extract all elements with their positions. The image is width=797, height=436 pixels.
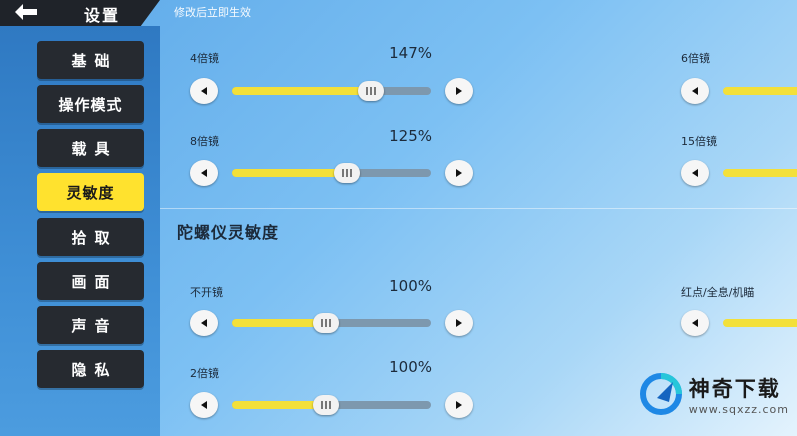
sidebar-item-sensitivity[interactable]: 灵敏度: [37, 173, 144, 211]
decrease-button[interactable]: [190, 160, 218, 186]
setting-label: 6倍镜: [681, 52, 710, 65]
slider-thumb[interactable]: [312, 395, 339, 415]
setting-label: 2倍镜: [190, 367, 219, 380]
decrease-button[interactable]: [190, 392, 218, 418]
sidebar-item-label: 灵敏度: [66, 183, 115, 202]
increase-button[interactable]: [445, 392, 473, 418]
sidebar-item-control-mode[interactable]: 操作模式: [37, 85, 144, 123]
slider-track[interactable]: [723, 169, 797, 177]
apply-notice: 修改后立即生效: [174, 6, 251, 19]
sidebar-item-pickup[interactable]: 拾取: [37, 218, 144, 256]
decrease-button[interactable]: [681, 160, 709, 186]
watermark-url: www.sqxzz.com: [688, 402, 789, 416]
sidebar-item-graphics[interactable]: 画面: [37, 262, 144, 300]
slider-thumb[interactable]: [312, 313, 339, 333]
slider-fill: [232, 87, 372, 95]
triangle-right-icon: [456, 401, 462, 409]
decrease-button[interactable]: [681, 310, 709, 336]
grip-icon: [342, 169, 353, 177]
triangle-left-icon: [692, 87, 698, 95]
increase-button[interactable]: [445, 78, 473, 104]
setting-label: 8倍镜: [190, 135, 219, 148]
setting-value: 125%: [389, 127, 432, 145]
increase-button[interactable]: [445, 160, 473, 186]
sidebar-item-label: 画面: [71, 272, 118, 291]
setting-value: 100%: [389, 358, 432, 376]
slider-thumb[interactable]: [334, 163, 361, 183]
sidebar-item-sound[interactable]: 声音: [37, 306, 144, 344]
triangle-right-icon: [456, 169, 462, 177]
watermark: 神奇下载 www.sqxzz.com: [639, 372, 789, 416]
increase-button[interactable]: [445, 310, 473, 336]
setting-label: 4倍镜: [190, 52, 219, 65]
slider-fill: [232, 319, 326, 327]
watermark-title: 神奇下载: [688, 376, 781, 401]
triangle-right-icon: [456, 87, 462, 95]
sidebar-item-basic[interactable]: 基础: [37, 41, 144, 79]
sidebar-item-vehicle[interactable]: 载具: [37, 129, 144, 167]
slider-track[interactable]: [232, 87, 431, 95]
decrease-button[interactable]: [190, 310, 218, 336]
grip-icon: [320, 401, 331, 409]
slider-track[interactable]: [723, 319, 797, 327]
triangle-left-icon: [201, 169, 207, 177]
logo-icon: [639, 373, 682, 415]
section-divider: [160, 208, 797, 209]
slider-thumb[interactable]: [358, 81, 385, 101]
page-title: 设置: [84, 6, 121, 25]
sidebar-item-label: 隐私: [71, 360, 118, 379]
back-arrow-icon: [15, 4, 37, 20]
slider-track[interactable]: [232, 169, 431, 177]
grip-icon: [320, 319, 331, 327]
sidebar-item-label: 载具: [71, 139, 118, 158]
slider-fill: [232, 401, 326, 409]
slider-track[interactable]: [723, 87, 797, 95]
sidebar-item-label: 操作模式: [58, 95, 123, 114]
sidebar-item-label: 基础: [71, 51, 118, 70]
triangle-left-icon: [201, 319, 207, 327]
setting-value: 100%: [389, 277, 432, 295]
triangle-left-icon: [201, 87, 207, 95]
triangle-left-icon: [692, 169, 698, 177]
grip-icon: [366, 87, 377, 95]
triangle-left-icon: [692, 319, 698, 327]
setting-label: 红点/全息/机瞄: [681, 286, 755, 299]
sidebar-item-label: 拾取: [71, 228, 118, 247]
decrease-button[interactable]: [190, 78, 218, 104]
decrease-button[interactable]: [681, 78, 709, 104]
triangle-left-icon: [201, 401, 207, 409]
sidebar-item-label: 声音: [71, 316, 118, 335]
sidebar-item-privacy[interactable]: 隐私: [37, 350, 144, 388]
slider-fill: [232, 169, 348, 177]
setting-value: 147%: [389, 44, 432, 62]
setting-label: 15倍镜: [681, 135, 717, 148]
section-title: 陀螺仪灵敏度: [177, 223, 280, 242]
back-button[interactable]: [10, 1, 42, 23]
triangle-right-icon: [456, 319, 462, 327]
setting-label: 不开镜: [190, 286, 223, 299]
